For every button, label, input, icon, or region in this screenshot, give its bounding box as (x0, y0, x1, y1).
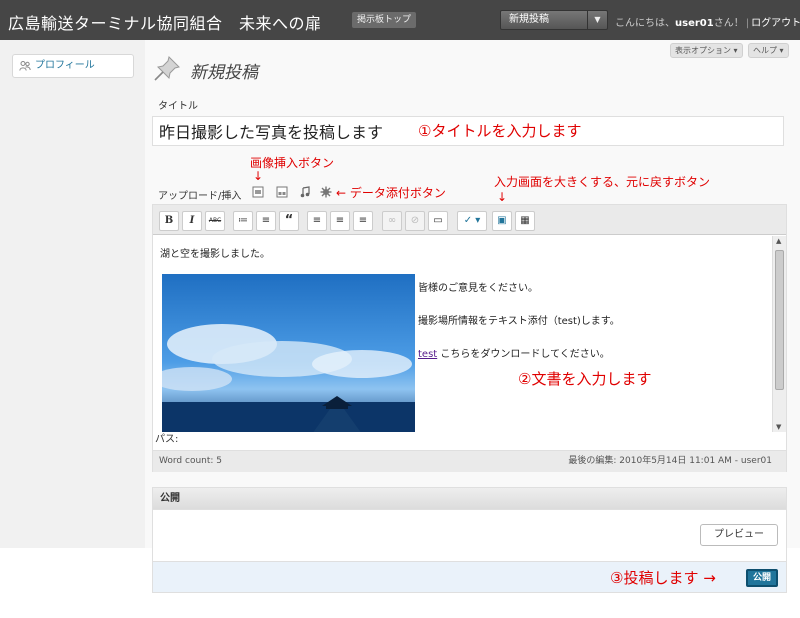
spellcheck-button[interactable]: ✓ ▾ (457, 211, 487, 231)
more-tag-button[interactable]: ▭ (428, 211, 448, 231)
align-left-button[interactable]: ≡ (307, 211, 327, 231)
insert-image-icon[interactable] (252, 186, 264, 198)
sidebar-item-label: プロフィール (35, 60, 95, 71)
user-name-link[interactable]: user01 (675, 18, 714, 29)
user-greeting: こんにちは、user01さん！ | ログアウト (615, 14, 800, 29)
body-line-3: 撮影場所情報をテキスト添付（test)します。 (418, 316, 620, 327)
greeting-prefix: こんにちは、 (615, 18, 675, 29)
blockquote-button[interactable]: “ (279, 211, 299, 231)
title-label: タイトル (158, 101, 198, 112)
upload-insert-label: アップロード/挿入 (158, 191, 242, 202)
scroll-thumb[interactable] (775, 250, 784, 390)
scroll-up-icon[interactable]: ▲ (776, 237, 781, 245)
align-center-button[interactable]: ≡ (330, 211, 350, 231)
body-annotation: ②文書を入力します (518, 370, 652, 388)
publish-box-title[interactable]: 公開 (153, 488, 786, 510)
down-arrow-annotation-2: ↓ (497, 190, 508, 204)
help-tab[interactable]: ヘルプ ▾ (748, 43, 789, 58)
new-post-select-label: 新規投稿 (509, 14, 549, 25)
editor-toolbar: B I ABC ≔ ≡ “ ≡ ≡ ≡ ∞ ⊘ ▭ ✓ ▾ ▣ ▦ (153, 205, 786, 235)
italic-button[interactable]: I (182, 211, 202, 231)
path-bar: パス: (153, 432, 786, 448)
insert-audio-icon[interactable] (299, 186, 311, 198)
logout-link[interactable]: ログアウト (751, 18, 800, 29)
site-title[interactable]: 広島輸送ターミナル協同組合 未来への扉 (8, 10, 322, 34)
unlink-button[interactable]: ⊘ (405, 211, 425, 231)
editor-scrollbar[interactable]: ▲ ▼ (772, 236, 786, 432)
title-annotation: ①タイトルを入力します (418, 122, 582, 140)
preview-button[interactable]: プレビュー (700, 524, 778, 546)
body-line-4: test こちらをダウンロードしてください。 (418, 345, 610, 360)
publish-annotation: ③投稿します → (610, 569, 716, 587)
post-editor: B I ABC ≔ ≡ “ ≡ ≡ ≡ ∞ ⊘ ▭ ✓ ▾ ▣ ▦ 湖と空を撮影… (152, 204, 787, 472)
attach-media-icon[interactable] (320, 186, 332, 198)
word-count: Word count: 5 (159, 456, 223, 466)
chevron-down-icon[interactable]: ▼ (587, 11, 607, 29)
last-edited: 最後の編集: 2010年5月14日 11:01 AM - user01 (568, 456, 772, 466)
bold-button[interactable]: B (159, 211, 179, 231)
download-instruction: こちらをダウンロードしてください。 (440, 349, 610, 360)
greeting-suffix: さん！ (713, 18, 744, 29)
lake-sky-photo[interactable] (162, 274, 415, 432)
fullscreen-button-annotation: 入力画面を大きくする、元に戻すボタン (494, 175, 711, 189)
insert-video-icon[interactable] (276, 186, 288, 198)
link-button[interactable]: ∞ (382, 211, 402, 231)
editor-content-area[interactable]: 湖と空を撮影しました。 皆様のご意見をください。 撮影場所情報をテキスト添付（t… (153, 236, 772, 432)
scroll-down-icon[interactable]: ▼ (776, 423, 781, 431)
left-sidebar (0, 40, 145, 548)
sidebar-item-profile[interactable]: プロフィール (12, 54, 134, 78)
display-options-tab[interactable]: 表示オプション ▾ (670, 43, 743, 58)
board-top-button[interactable]: 掲示板トップ (352, 12, 417, 28)
body-line-2: 皆様のご意見をください。 (418, 283, 538, 294)
align-right-button[interactable]: ≡ (353, 211, 373, 231)
new-post-select[interactable]: 新規投稿 ▼ (500, 10, 608, 30)
people-icon (19, 61, 31, 71)
fullscreen-button[interactable]: ▣ (492, 211, 512, 231)
body-line-1: 湖と空を撮影しました。 (160, 249, 270, 260)
attach-button-annotation: ← データ添付ボタン (336, 186, 446, 200)
bullet-list-button[interactable]: ≔ (233, 211, 253, 231)
test-file-link[interactable]: test (418, 349, 437, 360)
admin-header: 広島輸送ターミナル協同組合 未来への扉 掲示板トップ 新規投稿 ▼ こんにちは、… (0, 0, 800, 40)
publish-button[interactable]: 公開 (746, 569, 778, 587)
strikethrough-button[interactable]: ABC (205, 211, 225, 231)
editor-status-bar: Word count: 5 最後の編集: 2010年5月14日 11:01 AM… (153, 450, 786, 472)
pushpin-icon (154, 56, 180, 81)
numbered-list-button[interactable]: ≡ (256, 211, 276, 231)
down-arrow-annotation: ↓ (253, 169, 264, 183)
kitchen-sink-button[interactable]: ▦ (515, 211, 535, 231)
greeting-separator: | (745, 18, 750, 29)
page-title: 新規投稿 (190, 63, 258, 83)
